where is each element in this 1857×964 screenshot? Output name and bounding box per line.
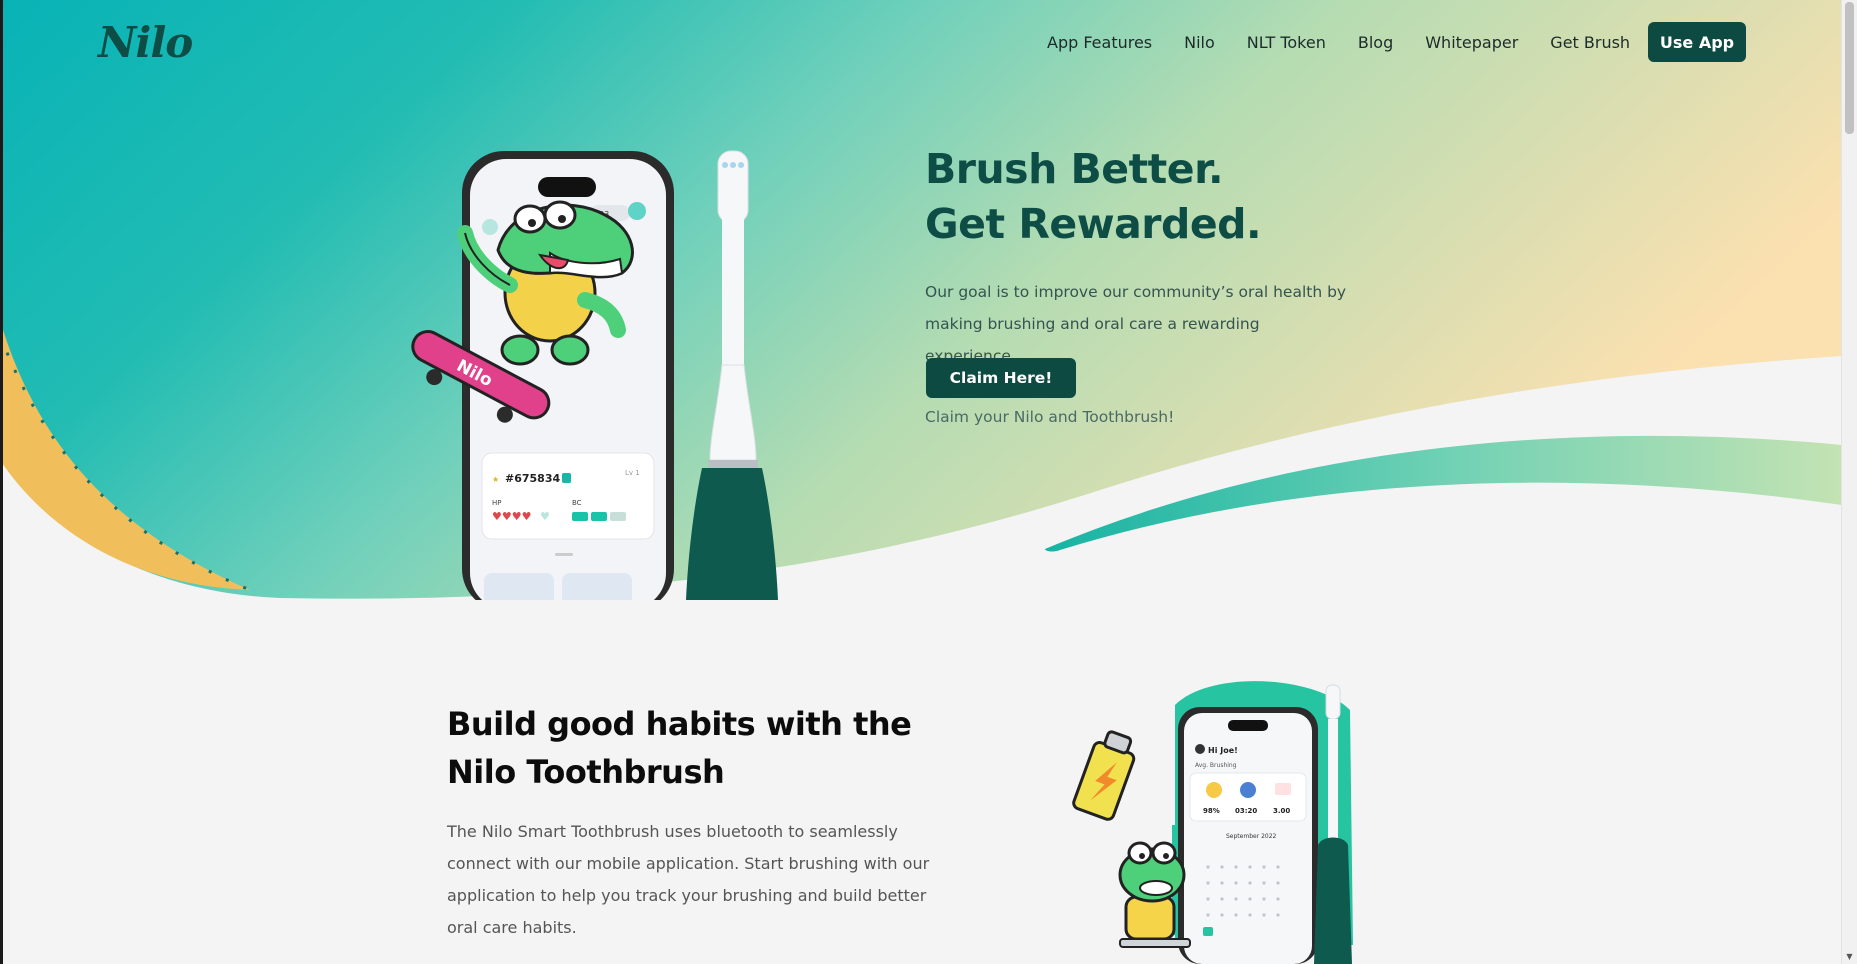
hero-phone-illustration: 33 ★ #675834 Lv 1 HP ♥♥♥♥ ♥ BC Nilo bbox=[411, 150, 778, 600]
phone-notch bbox=[538, 177, 596, 197]
spray-can-icon bbox=[1072, 730, 1136, 821]
scroll-down-arrow-icon[interactable]: ▼ bbox=[1844, 951, 1855, 962]
section-description: The Nilo Smart Toothbrush uses bluetooth… bbox=[447, 822, 930, 937]
hero-phone-hp-label: HP bbox=[492, 499, 502, 507]
habits-illustration: Hi Joe! Avg. Brushing 98% 03:20 3.00 Sep… bbox=[1072, 681, 1353, 964]
nav-item-blog[interactable]: Blog bbox=[1358, 33, 1393, 52]
svg-text:♥: ♥ bbox=[540, 510, 550, 523]
habits-phone-month: September 2022 bbox=[1226, 833, 1277, 840]
habits-phone-greeting: Hi Joe! bbox=[1208, 746, 1238, 755]
hero-phone-bc-label: BC bbox=[572, 499, 582, 507]
nav-item-nilo[interactable]: Nilo bbox=[1184, 33, 1215, 52]
svg-text:♥♥♥♥: ♥♥♥♥ bbox=[492, 510, 531, 523]
svg-text:★: ★ bbox=[492, 475, 499, 484]
claim-note: Claim your Nilo and Toothbrush! bbox=[925, 408, 1175, 426]
section-title: Build good habits with the Nilo Toothbru… bbox=[447, 705, 912, 791]
hero-title: Brush Better. Get Rewarded. bbox=[925, 142, 1262, 252]
scrollbar-thumb[interactable] bbox=[1845, 2, 1854, 134]
nilo-logo[interactable]: Nilo bbox=[98, 18, 193, 67]
nav-item-nlt-token[interactable]: NLT Token bbox=[1247, 33, 1326, 52]
nav-item-get-brush[interactable]: Get Brush bbox=[1550, 33, 1630, 52]
use-app-button[interactable]: Use App bbox=[1648, 22, 1746, 62]
habits-stat-1: 98% bbox=[1203, 807, 1220, 815]
hero-phone-player-id: #675834 bbox=[505, 472, 560, 485]
hero-background bbox=[0, 0, 1842, 599]
window-frame-edge bbox=[0, 0, 3, 964]
toothbrush-illustration bbox=[686, 150, 778, 600]
page-scrollbar[interactable]: ▼ bbox=[1841, 0, 1857, 964]
main-nav: App Features Nilo NLT Token Blog Whitepa… bbox=[1047, 33, 1662, 52]
nav-item-app-features[interactable]: App Features bbox=[1047, 33, 1152, 52]
hero-title-line1: Brush Better. bbox=[925, 145, 1224, 193]
habits-phone-subtitle: Avg. Brushing bbox=[1195, 762, 1237, 769]
habits-stat-2: 03:20 bbox=[1235, 807, 1257, 815]
habits-stat-3: 3.00 bbox=[1273, 807, 1290, 815]
nav-item-whitepaper[interactable]: Whitepaper bbox=[1425, 33, 1518, 52]
claim-here-button[interactable]: Claim Here! bbox=[926, 358, 1076, 398]
hero-phone-level: Lv 1 bbox=[625, 469, 640, 477]
hero-title-line2: Get Rewarded. bbox=[925, 200, 1262, 248]
